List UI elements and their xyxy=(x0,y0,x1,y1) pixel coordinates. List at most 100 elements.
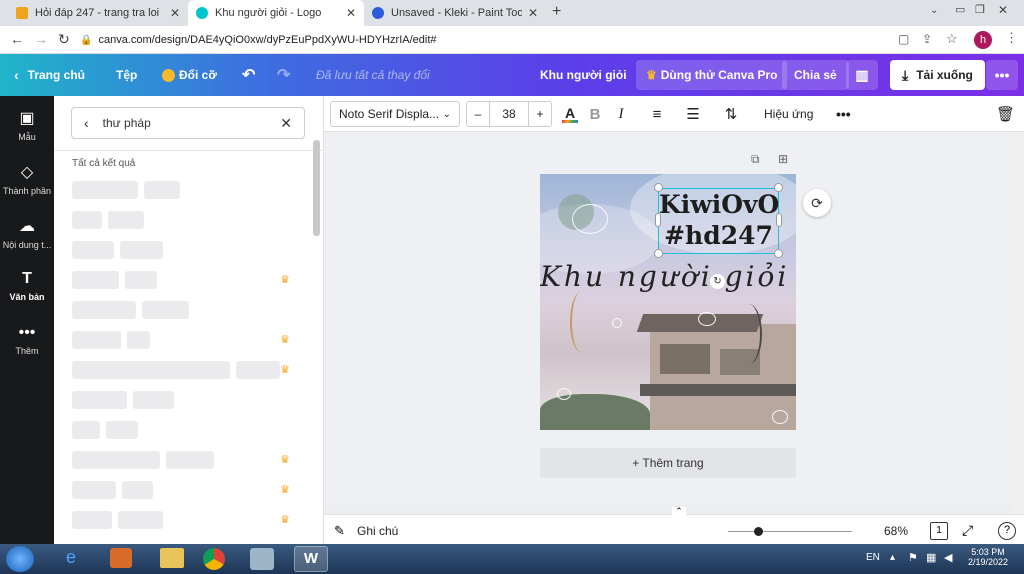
network-icon[interactable]: ▦ xyxy=(926,551,936,564)
close-tab-icon[interactable]: ✕ xyxy=(170,6,180,20)
browser-menu-icon[interactable]: ⋮ xyxy=(1005,30,1018,46)
clear-search-icon[interactable]: ✕ xyxy=(280,115,292,132)
new-tab-icon[interactable]: + xyxy=(552,3,561,21)
language-indicator[interactable]: EN xyxy=(866,552,880,563)
magic-refresh-icon[interactable]: ⟳ xyxy=(803,189,831,217)
forward-icon[interactable]: → xyxy=(34,31,48,47)
lock-icon: 🔒 xyxy=(80,34,93,46)
spacing-icon[interactable]: ⇅ xyxy=(720,96,742,132)
rotate-icon[interactable]: ↻ xyxy=(710,274,725,289)
trash-icon[interactable]: 🗑 xyxy=(996,96,1015,132)
insights-chart-icon[interactable]: ▥ xyxy=(846,60,878,90)
elements-icon: ◇ xyxy=(20,164,34,181)
panel-scrollbar[interactable] xyxy=(313,140,320,236)
file-menu[interactable]: Tệp xyxy=(116,54,137,96)
paint-icon[interactable] xyxy=(250,548,274,570)
back-icon[interactable]: ← xyxy=(10,31,24,47)
file-explorer-icon[interactable] xyxy=(160,548,184,568)
tab-canva[interactable]: Khu người giỏi - Logo ✕ xyxy=(188,0,364,26)
canvas-scrollbar[interactable] xyxy=(1014,132,1024,512)
resize-handle[interactable] xyxy=(654,249,663,258)
tray-arrow-icon[interactable]: ▴ xyxy=(890,552,895,563)
resize-button[interactable]: Đổi cỡ xyxy=(162,54,217,96)
search-field[interactable]: ‹ thư pháp ✕ xyxy=(71,107,305,139)
notes-icon[interactable]: ✎ xyxy=(334,523,345,539)
font-size-decrease[interactable]: – xyxy=(466,101,490,127)
reload-icon[interactable]: ↻ xyxy=(58,31,70,48)
loading-placeholder xyxy=(236,361,280,379)
tab-search-icon[interactable]: ⌄ xyxy=(930,5,938,16)
media-player-icon[interactable] xyxy=(110,548,132,568)
resize-handle[interactable] xyxy=(774,183,783,192)
more-toolbar-icon[interactable]: ••• xyxy=(836,96,851,132)
rail-item-templates[interactable]: ▣ Mẫu xyxy=(0,108,54,142)
design-page[interactable]: Khu người giỏi KiwiOvO #hd247 ↻ xyxy=(540,174,796,430)
tab-kleki[interactable]: Unsaved - Kleki - Paint Tool ✕ xyxy=(364,0,546,26)
close-tab-icon[interactable]: ✕ xyxy=(528,6,538,20)
internet-explorer-icon[interactable]: e xyxy=(66,547,76,568)
selected-text-box[interactable]: KiwiOvO #hd247 xyxy=(658,188,779,254)
search-input[interactable]: thư pháp xyxy=(103,116,281,130)
redo-icon[interactable]: ↷ xyxy=(277,54,290,96)
profile-avatar[interactable]: h xyxy=(974,31,992,49)
home-button[interactable]: ‹ Trang chủ xyxy=(14,54,85,96)
minimize-icon[interactable]: ▭ xyxy=(955,3,965,16)
font-select[interactable]: Noto Serif Displa... ⌄ xyxy=(330,101,460,127)
add-page-button[interactable]: + Thêm trang xyxy=(540,448,796,478)
duplicate-page-icon[interactable]: ⧉ xyxy=(751,152,760,167)
list-icon[interactable]: ☰ xyxy=(682,96,704,132)
resize-handle[interactable] xyxy=(774,249,783,258)
url-field[interactable]: 🔒 canva.com/design/DAE4yQiO0xw/dyPzEuPpd… xyxy=(80,30,890,50)
close-window-icon[interactable]: ✕ xyxy=(998,3,1008,17)
notes-button[interactable]: Ghi chú xyxy=(357,524,398,538)
resize-handle[interactable] xyxy=(655,213,661,227)
volume-icon[interactable]: ◀ xyxy=(944,551,952,564)
add-page-icon[interactable]: ⊞ xyxy=(778,152,788,166)
more-options-icon[interactable]: ••• xyxy=(986,60,1018,90)
help-icon[interactable]: ? xyxy=(998,522,1016,540)
bold-button[interactable]: B xyxy=(586,96,604,132)
start-button-icon[interactable] xyxy=(6,546,34,572)
fullscreen-icon[interactable]: ⤢ xyxy=(962,522,973,539)
try-pro-button[interactable]: ♛ Dùng thử Canva Pro xyxy=(636,60,788,90)
crown-icon: ♛ xyxy=(646,68,657,82)
bookmark-star-icon[interactable]: ☆ xyxy=(946,31,958,47)
hoidap-favicon-icon xyxy=(16,7,28,19)
align-center-icon[interactable]: ≡ xyxy=(646,96,668,132)
resize-handle[interactable] xyxy=(654,183,663,192)
zoom-slider[interactable] xyxy=(728,531,852,532)
tab-hoidap[interactable]: Hỏi đáp 247 - trang tra loi ✕ xyxy=(8,0,188,26)
design-title[interactable]: Khu người giỏi xyxy=(540,54,627,96)
share-page-icon[interactable]: ⇪ xyxy=(922,32,932,46)
font-size-input[interactable]: 38 xyxy=(490,101,528,127)
flag-icon[interactable]: ⚑ xyxy=(908,551,918,564)
undo-icon[interactable]: ↶ xyxy=(242,54,255,96)
restore-icon[interactable]: ❐ xyxy=(975,3,985,16)
italic-button[interactable]: I xyxy=(612,96,630,132)
screenshot-icon[interactable]: ▢ xyxy=(898,32,909,46)
resize-handle[interactable] xyxy=(776,213,782,227)
rail-label: Thành phần xyxy=(2,186,52,196)
word-icon[interactable]: W xyxy=(294,546,328,572)
zoom-level[interactable]: 68% xyxy=(884,524,908,538)
rail-item-text[interactable]: T Văn bản xyxy=(0,270,54,302)
zoom-slider-thumb[interactable] xyxy=(754,527,763,536)
horizontal-scrollbar[interactable] xyxy=(324,504,1014,513)
chrome-icon[interactable] xyxy=(203,548,225,570)
font-size-increase[interactable]: + xyxy=(528,101,552,127)
back-chevron-icon[interactable]: ‹ xyxy=(84,115,89,131)
loading-placeholder xyxy=(72,511,112,529)
chevron-up-icon[interactable]: ⌃ xyxy=(672,507,686,516)
script-heading[interactable]: Khu người giỏi xyxy=(540,260,796,293)
clock[interactable]: 5:03 PM 2/19/2022 xyxy=(966,547,1010,567)
rail-item-uploads[interactable]: ☁ Nội dung t... xyxy=(0,216,54,250)
page-count[interactable]: 1 xyxy=(930,522,948,540)
share-button[interactable]: Chia sẻ xyxy=(782,60,849,90)
download-button[interactable]: ⤓ Tải xuống xyxy=(890,60,985,90)
crown-icon: ♛ xyxy=(280,514,290,526)
effects-button[interactable]: Hiệu ứng xyxy=(764,96,813,132)
close-tab-icon[interactable]: ✕ xyxy=(346,6,356,20)
text-color-icon[interactable]: A xyxy=(560,96,580,132)
rail-item-elements[interactable]: ◇ Thành phần xyxy=(0,162,54,196)
rail-item-more[interactable]: ••• Thêm xyxy=(0,324,54,356)
